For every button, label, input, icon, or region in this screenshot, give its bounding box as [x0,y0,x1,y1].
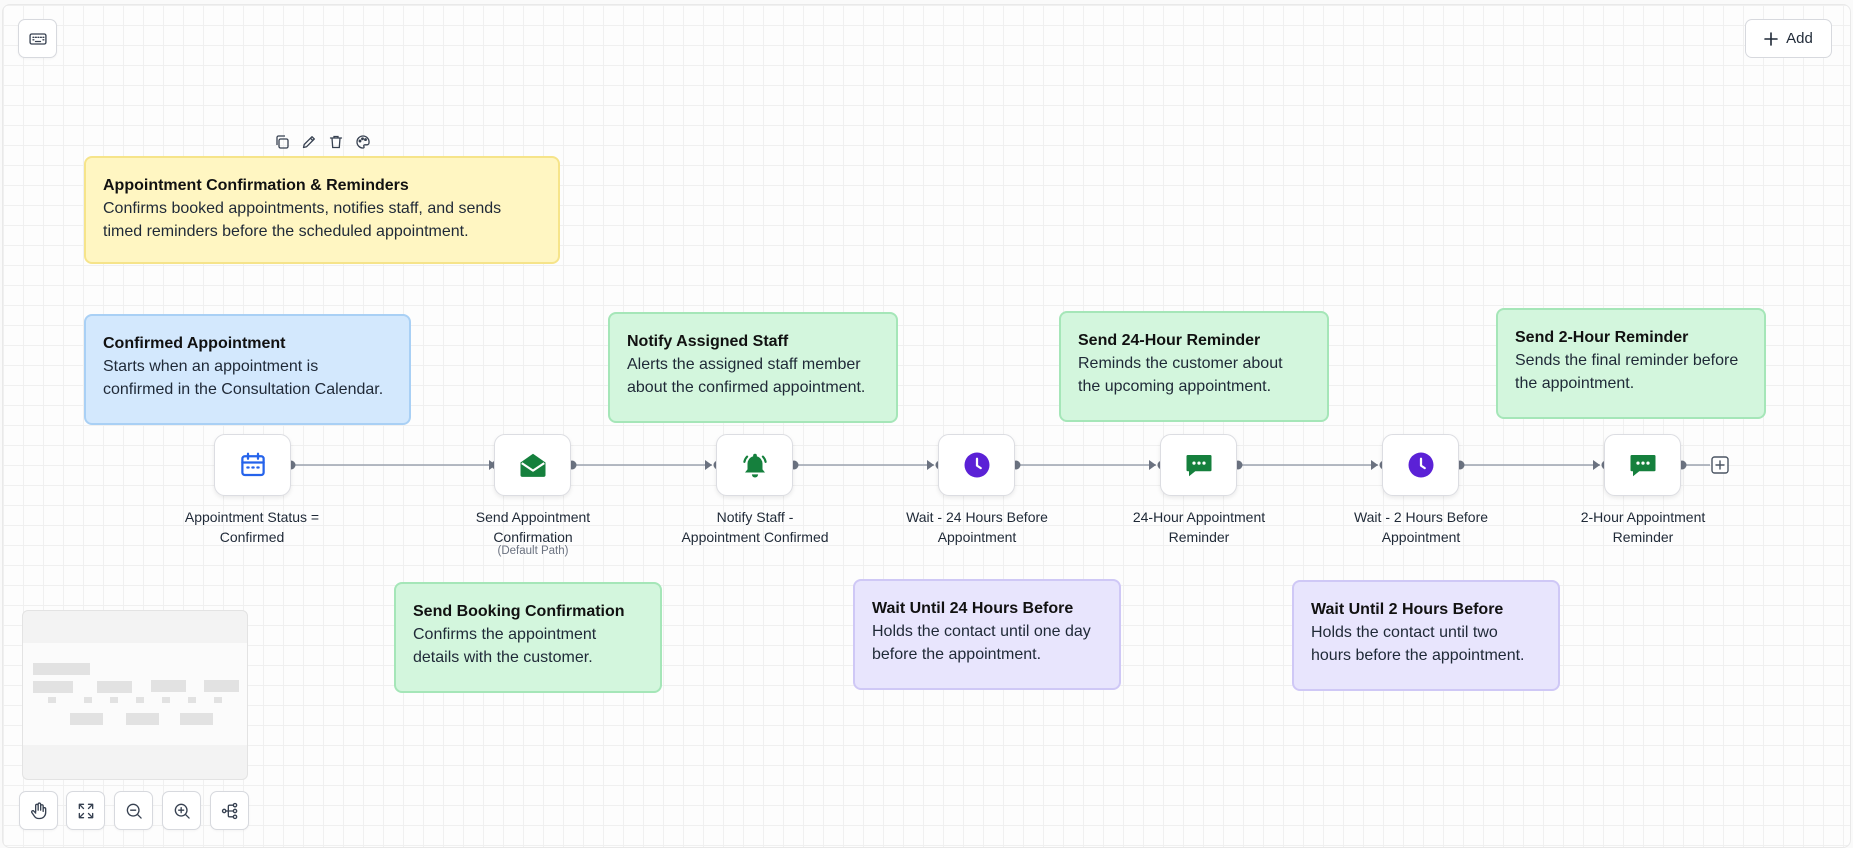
node-label: Wait - 24 Hours Before Appointment [882,507,1072,547]
node-label-line: Wait - 2 Hours Before [1353,509,1489,525]
node-label: 2-Hour Appointment Reminder [1548,507,1738,547]
sms-icon [1186,455,1211,477]
send-email-node[interactable] [494,434,571,496]
node-label-line: 24-Hour Appointment [1132,509,1266,525]
edge-arrow [1371,460,1378,470]
wait-24-node[interactable] [938,434,1015,496]
edge-arrow [927,460,934,470]
node-label-line: Wait - 24 Hours Before [906,509,1048,525]
default-path-label: (Default Path) [497,545,569,557]
edge-arrow [1593,460,1600,470]
node-label: Wait - 2 Hours Before Appointment [1326,507,1516,547]
edge-arrow [1149,460,1156,470]
node-label-line: Send Appointment [475,509,591,525]
hand-icon [30,801,46,819]
node-label-line: Notify Staff - [716,509,794,525]
zoom-in-icon [174,803,190,819]
clock-icon [964,452,989,478]
minimap[interactable] [22,610,248,780]
node-label: Notify Staff - Appointment Confirmed [660,507,850,547]
bell-icon [742,453,767,478]
node-label-line: Reminder [1168,529,1230,545]
node-label-line: 2-Hour Appointment [1580,509,1706,525]
minimap-viewport[interactable] [23,643,247,745]
zoom-in-button[interactable] [162,791,201,830]
minimap-block [48,697,56,703]
sms-reminder-24-node[interactable] [1160,434,1237,496]
minimap-block [136,697,144,703]
email-open-icon [520,453,545,477]
minimap-block [126,713,159,725]
add-step-icon [1711,456,1729,474]
edge-arrow [705,460,712,470]
workflow-edges [286,456,1729,474]
minimap-block [180,713,213,725]
sms-reminder-2-node[interactable] [1604,434,1681,496]
node-label: Appointment Status = Confirmed [157,507,347,547]
minimap-block [162,697,170,703]
node-label-line: Appointment [1381,529,1461,545]
node-label: Send Appointment Confirmation [438,507,628,547]
minimap-block [33,681,73,693]
pan-mode-button[interactable] [19,791,58,830]
tree-layout-icon [221,802,237,819]
node-label-line: Appointment Confirmed [681,529,829,545]
minimap-block [151,680,186,692]
minimap-block [33,663,90,675]
node-label: 24-Hour Appointment Reminder [1104,507,1294,547]
node-label-line: Confirmation [493,529,573,545]
notify-staff-node[interactable] [716,434,793,496]
minimap-block [84,697,92,703]
zoom-out-icon [126,803,142,819]
auto-layout-button[interactable] [210,791,249,830]
minimap-block [110,697,118,703]
fit-view-button[interactable] [66,791,105,830]
node-label-line: Appointment Status = [184,509,320,525]
clock-icon [1408,452,1433,478]
minimap-block [204,680,239,692]
zoom-out-button[interactable] [114,791,153,830]
minimap-block [214,697,222,703]
node-label-line: Confirmed [219,529,285,545]
wait-2-node[interactable] [1382,434,1459,496]
calendar-icon [240,452,265,477]
node-label-line: Reminder [1612,529,1674,545]
minimap-block [97,681,132,693]
sms-icon [1630,455,1655,477]
minimap-block [188,697,196,703]
minimap-block [70,713,103,725]
trigger-node[interactable] [214,434,291,496]
node-label-line: Appointment [937,529,1017,545]
expand-icon [78,803,93,818]
